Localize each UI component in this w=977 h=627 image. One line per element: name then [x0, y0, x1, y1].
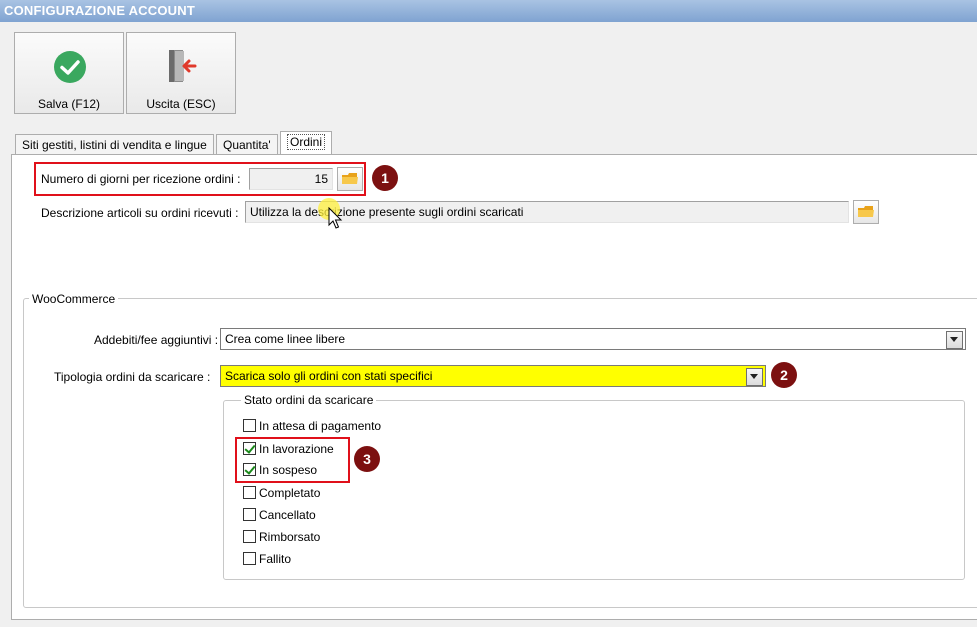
callout-badge-2: 2 [771, 362, 797, 388]
fees-select[interactable]: Crea come linee libere [220, 328, 966, 350]
save-button[interactable]: Salva (F12) [14, 32, 124, 114]
chevron-down-icon[interactable] [746, 368, 763, 386]
exit-door-icon [169, 50, 197, 82]
save-button-label: Salva (F12) [37, 97, 101, 111]
tab-label: Ordini [287, 134, 326, 150]
tab-label: Quantita' [223, 138, 271, 152]
callout-badge-1: 1 [372, 165, 398, 191]
woocommerce-group-title: WooCommerce [29, 292, 119, 306]
days-folder-button[interactable] [337, 167, 363, 191]
tab-quantita[interactable]: Quantita' [216, 134, 278, 156]
desc-label: Descrizione articoli su ordini ricevuti … [41, 206, 239, 220]
days-field[interactable]: 15 [249, 168, 333, 190]
panel-bottom-border [11, 619, 977, 620]
checkbox-box[interactable] [243, 463, 256, 476]
checkbox-box[interactable] [243, 530, 256, 543]
checkbox-box[interactable] [243, 552, 256, 565]
checkbox-label: In sospeso [259, 463, 318, 477]
type-select[interactable]: Scarica solo gli ordini con stati specif… [220, 365, 766, 387]
status-group-title: Stato ordini da scaricare [241, 393, 377, 407]
exit-button[interactable]: Uscita (ESC) [126, 32, 236, 114]
folder-icon [342, 173, 358, 184]
tab-ordini[interactable]: Ordini [280, 131, 333, 156]
tab-siti-gestiti[interactable]: Siti gestiti, listini di vendita e lingu… [15, 134, 214, 156]
checkbox-box[interactable] [243, 419, 256, 432]
checkbox-label: Completato [259, 486, 321, 500]
checkbox-label: Rimborsato [259, 530, 321, 544]
type-label: Tipologia ordini da scaricare : [54, 370, 211, 384]
checkbox-label: Cancellato [259, 508, 316, 522]
checkbox-box[interactable] [243, 508, 256, 521]
days-label: Numero di giorni per ricezione ordini : [41, 172, 241, 186]
checkbox-box[interactable] [243, 486, 256, 499]
callout-badge-3: 3 [354, 446, 380, 472]
checkbox-label: In lavorazione [259, 442, 334, 456]
window-title: CONFIGURAZIONE ACCOUNT [0, 0, 977, 22]
type-select-value: Scarica solo gli ordini con stati specif… [225, 369, 433, 383]
fees-label: Addebiti/fee aggiuntivi : [94, 333, 219, 347]
exit-button-label: Uscita (ESC) [146, 97, 216, 111]
checkbox-label: Fallito [259, 552, 292, 566]
chevron-down-icon[interactable] [946, 331, 963, 349]
checkmark-icon [54, 51, 86, 83]
checkbox-box[interactable] [243, 442, 256, 455]
tab-label: Siti gestiti, listini di vendita e lingu… [22, 138, 207, 152]
folder-icon [858, 206, 874, 217]
checkbox-label: In attesa di pagamento [259, 419, 382, 433]
fees-select-value: Crea come linee libere [225, 332, 346, 346]
mouse-cursor-icon [328, 207, 343, 229]
desc-folder-button[interactable] [853, 200, 879, 224]
